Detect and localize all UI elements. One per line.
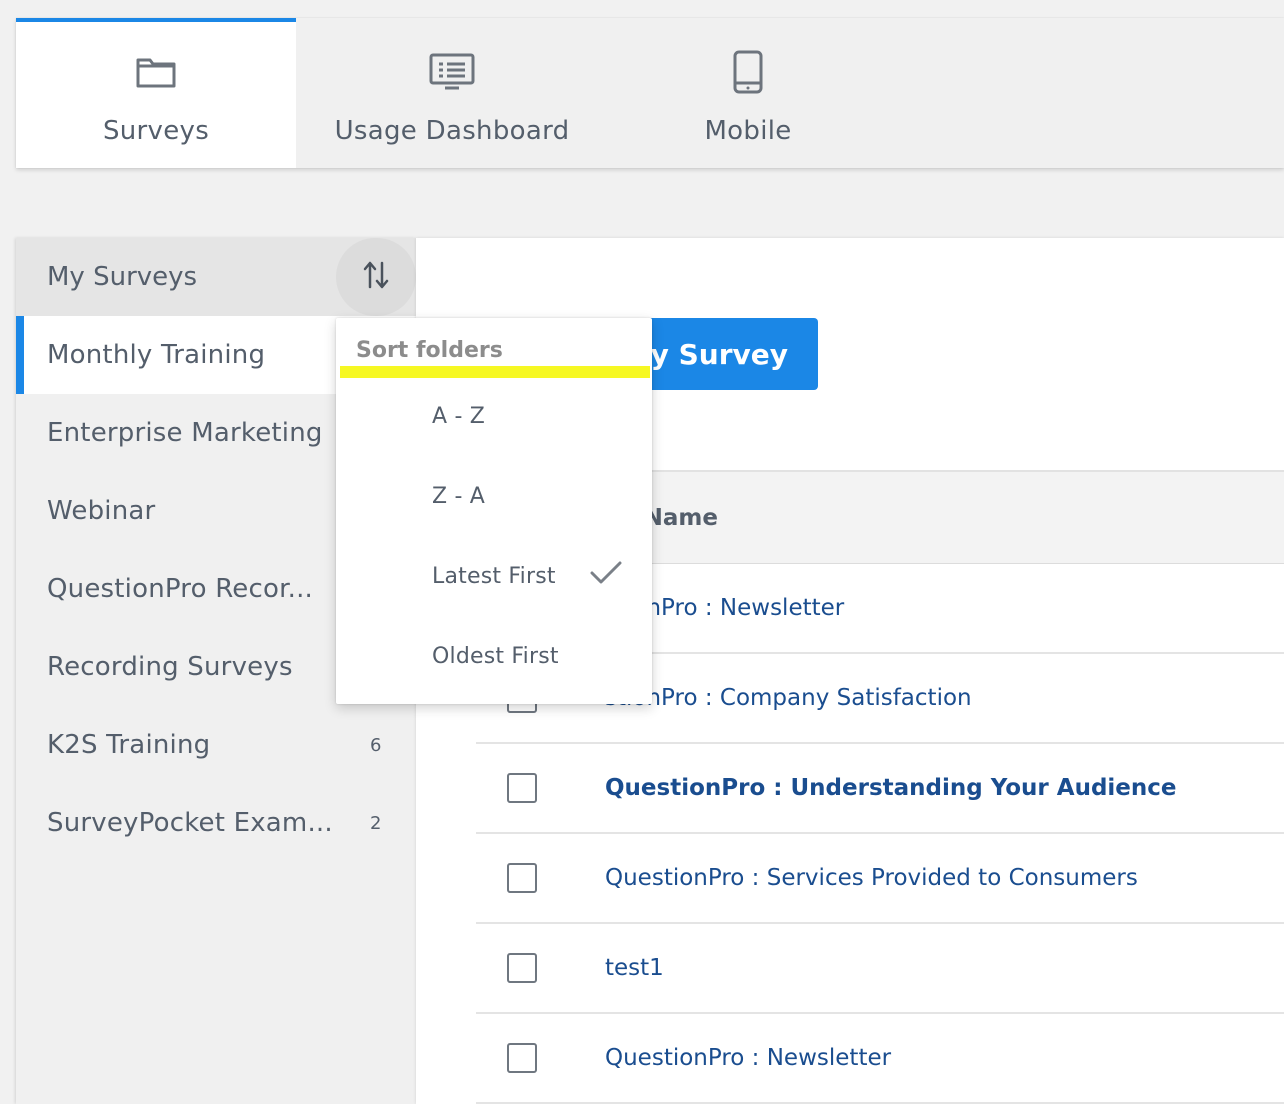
tab-label: Surveys — [102, 116, 210, 146]
sidebar-item-label: Monthly Training — [47, 340, 266, 370]
tab-label: Usage Dashboard — [334, 116, 570, 146]
checkmark-icon — [590, 560, 622, 590]
sort-folders-button[interactable] — [336, 238, 416, 316]
sort-option-label: Latest First — [432, 563, 556, 589]
dashboard-icon — [428, 48, 476, 96]
row-checkbox[interactable] — [507, 1043, 537, 1073]
survey-link[interactable]: QuestionPro : Services Provided to Consu… — [605, 865, 1138, 891]
mobile-icon — [724, 48, 772, 96]
table-row: QuestionPro : Newsletter — [476, 1014, 1284, 1104]
sort-option-a-z[interactable]: A - Z — [336, 376, 652, 456]
table-row: QuestionPro : Services Provided to Consu… — [476, 834, 1284, 924]
sort-option-label: Oldest First — [432, 643, 559, 669]
tab-surveys[interactable]: Surveys — [16, 18, 296, 168]
tab-mobile[interactable]: Mobile — [608, 18, 888, 168]
table-row: test1 — [476, 924, 1284, 1014]
top-nav: Surveys Usage Dashboard Mobile — [16, 18, 1284, 168]
sidebar-item-label: Recording Surveys — [47, 652, 293, 682]
tab-usage-dashboard[interactable]: Usage Dashboard — [296, 18, 608, 168]
sidebar-item-label: K2S Training — [47, 730, 211, 760]
dropdown-header: Sort folders — [356, 338, 503, 363]
sidebar-item-surveypocket-examples[interactable]: SurveyPocket Exam... 2 — [16, 784, 416, 862]
sidebar-header: My Surveys — [16, 238, 416, 316]
survey-link[interactable]: QuestionPro : Newsletter — [605, 1045, 891, 1071]
table-row: QuestionPro : Understanding Your Audienc… — [476, 744, 1284, 834]
survey-link[interactable]: QuestionPro : Understanding Your Audienc… — [605, 775, 1177, 801]
sort-option-label: Z - A — [432, 483, 486, 509]
row-checkbox[interactable] — [507, 863, 537, 893]
create-survey-button[interactable]: y Survey — [624, 318, 818, 390]
sidebar-item-count: 6 — [370, 734, 382, 756]
sort-option-z-a[interactable]: Z - A — [336, 456, 652, 536]
sidebar-item-label: Enterprise Marketing — [47, 418, 323, 448]
sort-arrows-icon — [362, 259, 390, 295]
row-checkbox[interactable] — [507, 773, 537, 803]
sort-option-latest-first[interactable]: Latest First — [336, 536, 652, 616]
sort-option-oldest-first[interactable]: Oldest First — [336, 616, 652, 696]
sidebar-item-count: 2 — [370, 812, 382, 834]
row-checkbox[interactable] — [507, 953, 537, 983]
sidebar-item-label: SurveyPocket Exam... — [47, 808, 333, 838]
sidebar-title: My Surveys — [47, 262, 198, 292]
folder-icon — [132, 48, 180, 96]
tab-label: Mobile — [704, 116, 792, 146]
survey-link[interactable]: stionPro : Company Satisfaction — [605, 685, 972, 711]
sidebar-item-k2s-training[interactable]: K2S Training 6 — [16, 706, 416, 784]
sort-option-label: A - Z — [432, 403, 486, 429]
sort-folders-dropdown: Sort folders A - Z Z - A Latest First Ol… — [336, 318, 652, 704]
sidebar-item-label: QuestionPro Recor... — [47, 574, 313, 604]
survey-link[interactable]: test1 — [605, 955, 664, 981]
sidebar-item-label: Webinar — [47, 496, 156, 526]
